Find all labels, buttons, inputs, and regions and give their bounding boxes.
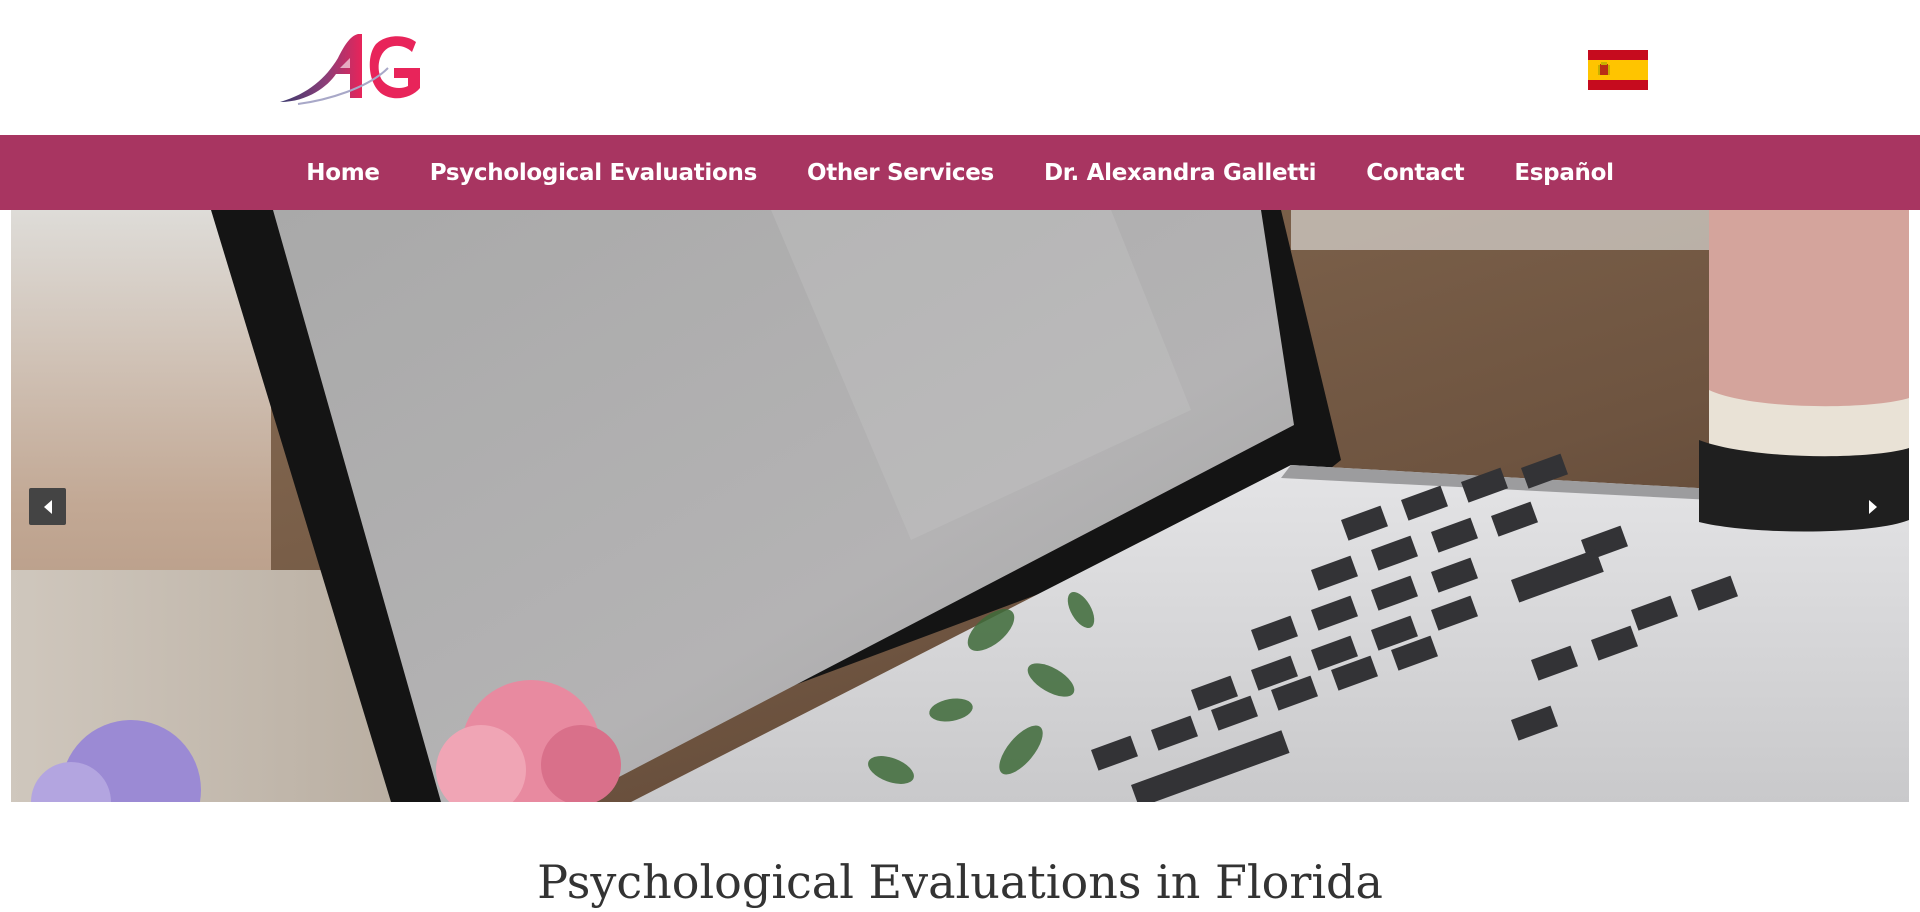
triangle-right-icon [1868, 499, 1877, 514]
nav-item-espanol[interactable]: Español [1489, 160, 1638, 186]
page-heading: Psychological Evaluations in Florida [537, 855, 1383, 909]
spain-flag-icon[interactable] [1588, 50, 1648, 90]
nav-item-dr-alexandra-galletti[interactable]: Dr. Alexandra Galletti [1019, 160, 1341, 186]
slider-next-button[interactable] [1854, 488, 1891, 525]
site-header: AG [0, 0, 1920, 135]
logo[interactable]: AG [278, 28, 426, 108]
triangle-left-icon [43, 499, 52, 514]
nav-item-other-services[interactable]: Other Services [782, 160, 1019, 186]
hero-slider [11, 210, 1909, 802]
nav-item-psychological-evaluations[interactable]: Psychological Evaluations [405, 160, 782, 186]
slider-prev-button[interactable] [29, 488, 66, 525]
main-nav: Home Psychological Evaluations Other Ser… [0, 135, 1920, 210]
hero-image [11, 210, 1909, 802]
nav-item-contact[interactable]: Contact [1341, 160, 1489, 186]
nav-item-home[interactable]: Home [281, 160, 404, 186]
